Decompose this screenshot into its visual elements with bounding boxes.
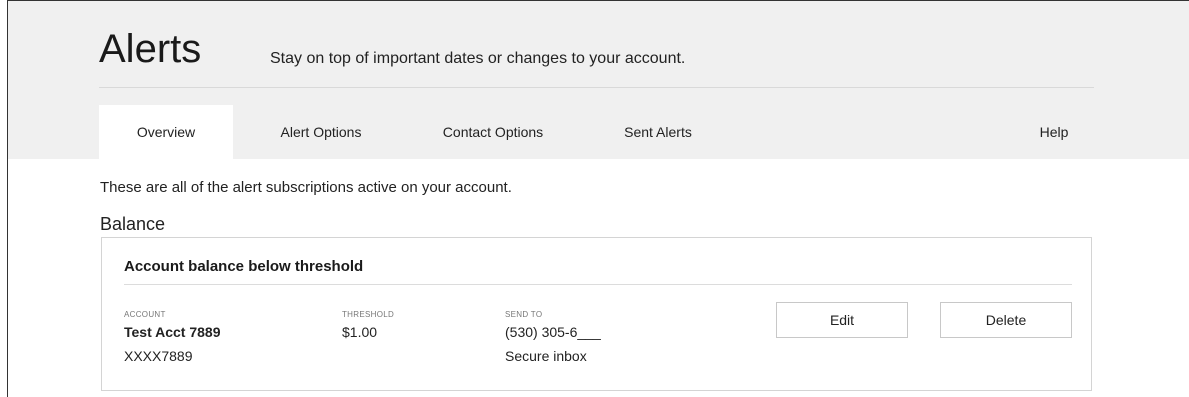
app-frame: Alerts Stay on top of important dates or… — [7, 0, 1189, 397]
tab-overview[interactable]: Overview — [99, 105, 233, 159]
tab-label: Sent Alerts — [624, 124, 692, 140]
intro-text: These are all of the alert subscriptions… — [100, 179, 512, 196]
header-divider — [99, 87, 1094, 88]
account-label: ACCOUNT — [124, 310, 166, 319]
tab-label: Contact Options — [442, 124, 544, 140]
card-divider — [124, 284, 1072, 285]
page-subtitle: Stay on top of important dates or change… — [270, 50, 686, 67]
send-to-phone: (530) 305-6___ — [505, 324, 601, 340]
tab-label: Overview — [136, 124, 196, 140]
send-to-inbox: Secure inbox — [505, 348, 587, 364]
alert-title: Account balance below threshold — [124, 258, 364, 275]
help-link[interactable]: Help — [1014, 105, 1094, 159]
section-heading-balance: Balance — [100, 214, 166, 234]
account-number: XXXX7889 — [124, 348, 193, 364]
tab-alert-options[interactable]: Alert Options — [249, 105, 393, 159]
tab-contact-options[interactable]: Contact Options — [415, 105, 571, 159]
delete-button[interactable]: Delete — [940, 302, 1072, 338]
account-name: Test Acct 7889 — [124, 324, 221, 340]
edit-button[interactable]: Edit — [776, 302, 908, 338]
page-header: Alerts Stay on top of important dates or… — [8, 1, 1189, 159]
alert-card: Account balance below threshold ACCOUNT … — [101, 237, 1092, 391]
tab-bar: Overview Alert Options Contact Options S… — [99, 105, 1094, 159]
threshold-value: $1.00 — [342, 324, 378, 340]
send-to-label: SEND TO — [505, 310, 543, 319]
help-label: Help — [1039, 124, 1069, 140]
threshold-label: THRESHOLD — [342, 310, 395, 319]
page-title: Alerts — [99, 27, 202, 71]
tab-label: Alert Options — [280, 124, 362, 140]
tab-sent-alerts[interactable]: Sent Alerts — [593, 105, 723, 159]
